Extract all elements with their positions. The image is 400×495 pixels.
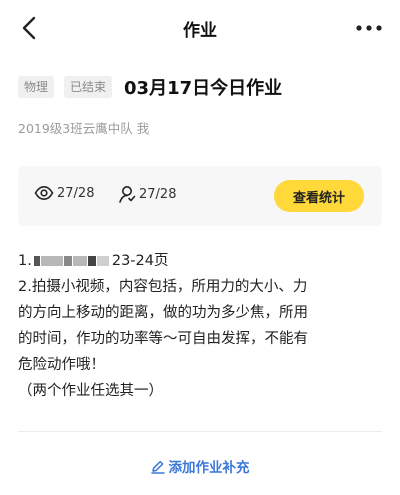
homework-title: 03月17日今日作业 xyxy=(124,78,283,99)
content-line-1: 1. 23-24页 xyxy=(18,253,169,269)
edit-pencil-icon xyxy=(150,460,165,474)
eye-icon xyxy=(34,185,54,201)
person-icon xyxy=(119,186,136,203)
redacted-text xyxy=(33,256,110,266)
content-line: 的时间，作功的功率等～可自由发挥，不能有 xyxy=(18,331,308,347)
people-stat: 27/28 xyxy=(118,185,176,203)
more-dots-icon xyxy=(356,25,382,31)
divider xyxy=(18,431,382,432)
content-line: （两个作业任选其一） xyxy=(18,383,163,399)
status-badge: 已结束 xyxy=(64,76,113,98)
content-line: 2.拍摄小视频，内容包括，所用力的大小、力 xyxy=(18,279,308,295)
content-line: 的方向上移动的距离，做的功为多少焦，所用 xyxy=(18,305,308,321)
subject-tag: 物理 xyxy=(18,76,55,98)
views-count: 27/28 xyxy=(57,185,95,201)
homework-content: 1. 23-24页 2.拍摄小视频，内容包括，所用力的大小、力 的方向上移动的距… xyxy=(18,248,384,404)
page-title: 作业 xyxy=(183,21,217,41)
add-supplement-button[interactable]: 添加作业补充 xyxy=(0,456,400,476)
nav-bar: 作业 xyxy=(0,0,400,56)
views-stat: 27/28 xyxy=(34,185,94,201)
class-info: 2019级3班云鹰中队 我 xyxy=(18,121,150,136)
add-supplement-label: 添加作业补充 xyxy=(168,460,250,476)
title-row: 物理 已结束 03月17日今日作业 xyxy=(18,74,282,100)
stats-card: 27/28 27/28 查看统计 xyxy=(18,166,382,226)
homework-detail-page: 作业 物理 已结束 03月17日今日作业 2019级3班云鹰中队 我 27/28 xyxy=(0,0,400,495)
view-stats-button[interactable]: 查看统计 xyxy=(274,180,364,212)
people-count: 27/28 xyxy=(139,186,177,202)
content-line: 危险动作哦！ xyxy=(18,357,105,373)
more-button[interactable] xyxy=(354,16,384,40)
